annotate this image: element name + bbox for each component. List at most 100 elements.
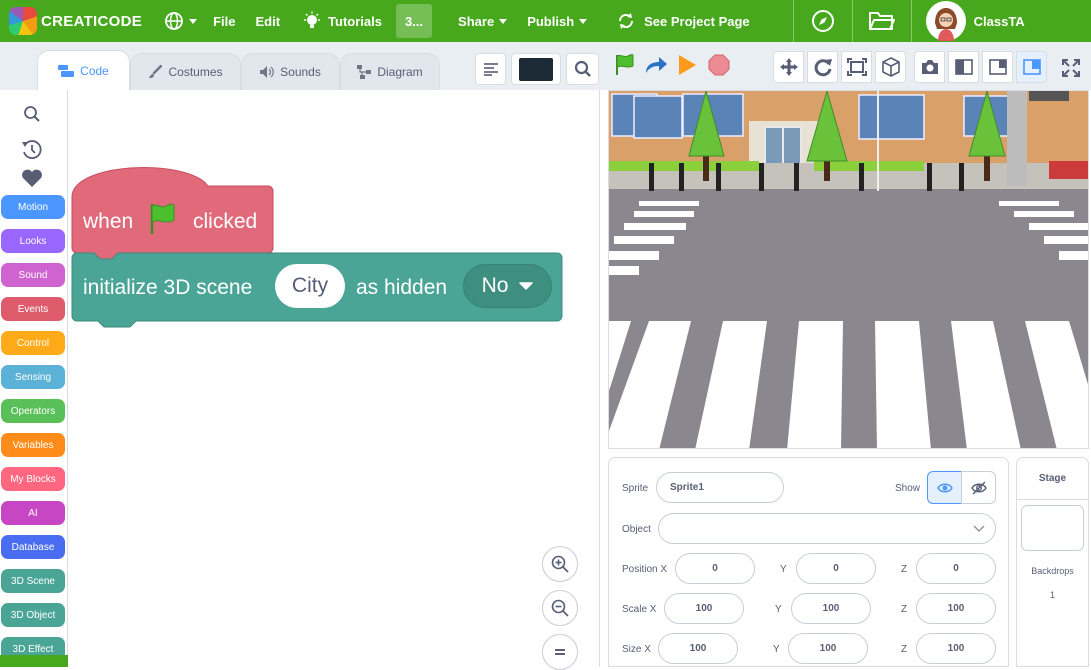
stop-sign-icon [708, 54, 730, 76]
file-menu[interactable]: File [205, 0, 243, 42]
category-sensing[interactable]: Sensing [1, 365, 65, 389]
scale-x-input[interactable]: 100 [664, 593, 744, 624]
size-x-input[interactable]: 100 [658, 633, 738, 664]
search-icon [574, 60, 591, 77]
scale-z-input[interactable]: 100 [916, 593, 996, 624]
category-my-blocks[interactable]: My Blocks [1, 467, 65, 491]
zoom-reset-button[interactable] [542, 634, 578, 670]
position-y-label: Y [780, 564, 787, 575]
screenshot-button[interactable] [914, 51, 945, 83]
show-hidden-button[interactable] [961, 471, 996, 504]
language-menu[interactable] [156, 0, 205, 42]
scale-z-label: Z [901, 604, 908, 615]
scale-tool-button[interactable] [841, 51, 872, 83]
normal-stage-button[interactable] [982, 51, 1013, 83]
category-variables[interactable]: Variables [1, 433, 65, 457]
show-visible-button[interactable] [927, 471, 962, 504]
search-blocks-button[interactable] [566, 53, 599, 85]
hidden-dropdown[interactable]: No [463, 264, 552, 308]
size-y-input[interactable]: 100 [788, 633, 868, 664]
history-button[interactable] [20, 138, 44, 162]
stop-button[interactable] [706, 52, 732, 78]
stage-selector-panel[interactable]: Stage Backdrops 1 [1016, 457, 1089, 667]
stage-canvas[interactable] [608, 90, 1089, 449]
backdrops-label: Backdrops [1031, 566, 1074, 576]
initialize-3d-scene-label: initialize 3D scene [83, 276, 253, 299]
edit-menu[interactable]: Edit [243, 0, 292, 42]
small-stage-button[interactable] [948, 51, 979, 83]
folder-icon [868, 12, 895, 30]
position-x-input[interactable]: 0 [675, 553, 755, 584]
sprite-name-input[interactable]: Sprite1 [656, 472, 784, 503]
category-ai[interactable]: AI [1, 501, 65, 525]
3d-view-button[interactable] [875, 51, 906, 83]
tab-diagram-label: Diagram [377, 65, 423, 79]
size-z-input[interactable]: 100 [916, 633, 996, 664]
align-left-icon [483, 63, 498, 76]
category-3d-object[interactable]: 3D Object [1, 603, 65, 627]
play-icon [679, 55, 696, 75]
city-scene-image [609, 91, 1088, 448]
fullscreen-button[interactable] [1058, 55, 1084, 81]
scale-x-label: Scale X [622, 604, 657, 615]
refresh-arrows-icon [619, 13, 634, 29]
category-looks[interactable]: Looks [1, 229, 65, 253]
category-3d-scene[interactable]: 3D Scene [1, 569, 65, 593]
code-blocks-icon [58, 65, 75, 77]
resize-icon [846, 58, 867, 76]
align-blocks-button[interactable] [475, 53, 506, 85]
scale-y-input[interactable]: 100 [791, 593, 871, 624]
category-control[interactable]: Control [1, 331, 65, 355]
tutorials-button[interactable]: Tutorials [292, 0, 392, 42]
scene-name-input[interactable]: City [275, 264, 345, 308]
code-workspace[interactable]: when clicked initialize 3D scene City as… [68, 90, 600, 670]
when-label: when [83, 210, 134, 233]
category-events[interactable]: Events [1, 297, 65, 321]
step-button[interactable] [643, 52, 669, 78]
move-tool-button[interactable] [773, 51, 804, 83]
category-database[interactable]: Database [1, 535, 65, 559]
favorites-button[interactable] [20, 166, 44, 190]
theme-color-button[interactable] [511, 53, 561, 85]
sprite-info-panel: Sprite Sprite1 Show Object Position X 0 … [608, 457, 1009, 667]
zoom-out-button[interactable] [542, 590, 578, 626]
my-projects-button[interactable] [853, 0, 911, 42]
username: ClassTA [973, 13, 1025, 29]
stage-thumbnail[interactable] [1021, 505, 1084, 551]
play-button[interactable] [674, 52, 700, 78]
brand-name: CREATICODE [41, 12, 143, 30]
zoom-in-button[interactable] [542, 546, 578, 582]
tab-costumes[interactable]: Costumes [130, 53, 241, 90]
share-menu[interactable]: Share [448, 0, 517, 42]
position-y-input[interactable]: 0 [796, 553, 876, 584]
category-operators[interactable]: Operators [1, 399, 65, 423]
tab-diagram[interactable]: Diagram [340, 53, 440, 90]
blocks-script[interactable] [68, 90, 600, 350]
publish-menu[interactable]: Publish [517, 0, 597, 42]
see-project-page-button[interactable]: See Project Page [607, 0, 760, 42]
explore-button[interactable] [794, 0, 852, 42]
share-label: Share [458, 13, 495, 29]
rotate-icon [814, 59, 832, 77]
position-z-input[interactable]: 0 [916, 553, 996, 584]
large-stage-button[interactable] [1016, 51, 1047, 83]
tab-sounds-label: Sounds [280, 65, 321, 79]
object-select[interactable] [658, 513, 996, 544]
brand-logo[interactable]: CREATICODE [9, 7, 142, 35]
project-title-field[interactable]: 3... [392, 0, 436, 42]
show-label: Show [895, 483, 921, 494]
tab-code[interactable]: Code [37, 50, 130, 91]
category-sound[interactable]: Sound [1, 263, 65, 287]
rotate-tool-button[interactable] [807, 51, 838, 83]
chevron-down-icon [973, 525, 985, 532]
color-swatch [519, 57, 553, 81]
tab-sounds[interactable]: Sounds [241, 53, 340, 90]
chevron-down-icon [189, 18, 198, 24]
account-menu[interactable]: ClassTA [912, 0, 1025, 42]
clicked-label: clicked [193, 210, 258, 233]
category-motion[interactable]: Motion [1, 195, 65, 219]
move-arrows-icon [779, 58, 798, 76]
stage-panel-title: Stage [1017, 458, 1088, 500]
search-blocks-button[interactable] [20, 102, 44, 126]
green-flag-button[interactable] [612, 52, 638, 78]
